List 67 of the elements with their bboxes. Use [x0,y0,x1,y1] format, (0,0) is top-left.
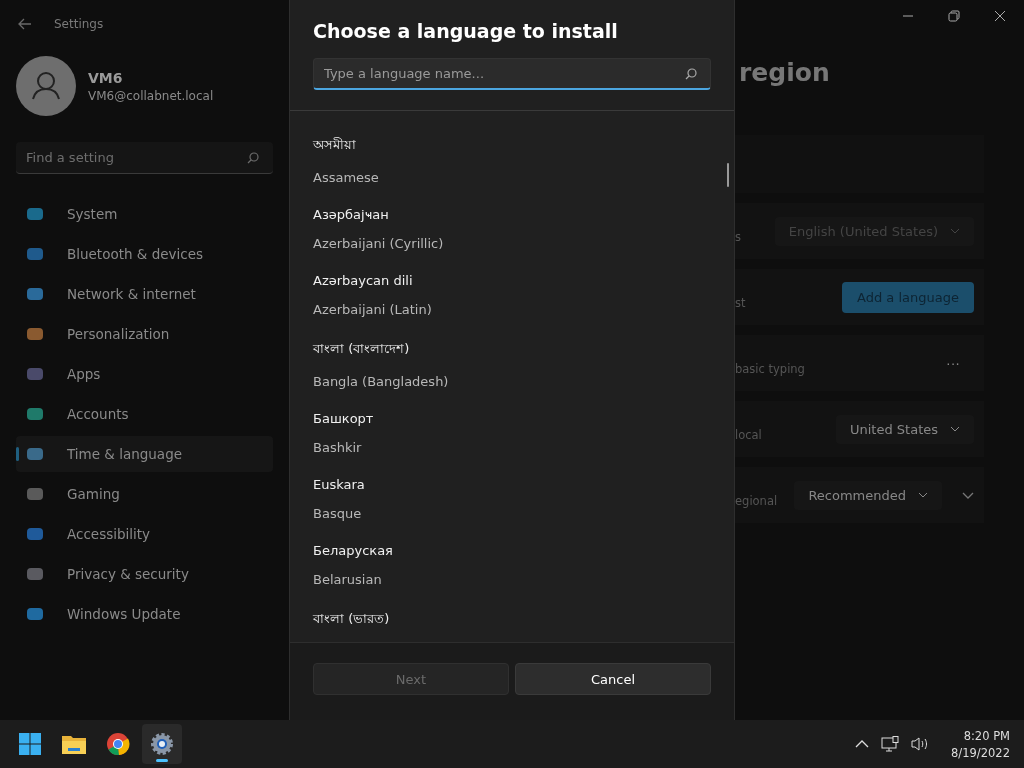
category-icon [26,206,44,222]
search-icon [685,68,697,80]
category-icon [26,286,44,302]
sidebar-item[interactable]: Windows Update [16,596,273,632]
sidebar-item[interactable]: System [16,196,273,232]
clock-time[interactable]: 8:20 PM [963,728,1010,743]
category-icon [26,486,44,502]
dropdown[interactable]: Recommended [794,480,942,510]
scrollbar-thumb[interactable] [727,163,729,187]
network-icon[interactable] [881,736,900,752]
folder-icon [61,733,87,755]
clock-date[interactable]: 8/19/2022 [951,745,1010,760]
language-item[interactable]: Азәрбајҹан Azerbaijani (Cyrillic) [313,207,711,251]
back-icon[interactable] [18,18,32,30]
language-item[interactable]: বাংলা (ভারত) [313,609,711,630]
browser-icon [106,732,130,756]
category-icon [26,566,44,582]
setting-label: basic typing [735,361,806,376]
sidebar-item[interactable]: Apps [16,356,273,392]
setting-label: egional [735,493,779,508]
cancel-button[interactable]: Cancel [515,663,711,695]
category-icon [26,606,44,622]
close-icon[interactable] [994,10,1006,22]
gear-icon [150,732,174,756]
windows-logo-icon [18,732,42,756]
window-title: Settings [54,17,104,31]
category-icon [26,246,44,262]
sidebar-item[interactable]: Personalization [16,316,273,352]
category-icon [26,526,44,542]
dropdown[interactable]: United States [835,414,974,444]
language-item[interactable]: বাংলা (বাংলাদেশ) Bangla (Bangladesh) [313,339,711,389]
setting-label: s [735,229,742,244]
sidebar-item[interactable]: Time & language [16,436,273,472]
volume-icon[interactable] [911,736,930,752]
search-icon [247,152,259,164]
setting-label: local [735,427,763,442]
setting-label: st [735,295,747,310]
language-item[interactable]: Беларуская Belarusian [313,543,711,587]
category-icon [26,366,44,382]
category-icon [26,326,44,342]
language-item[interactable]: Euskara Basque [313,477,711,521]
chevron-icon [918,492,928,498]
restore-icon[interactable] [948,10,960,22]
sidebar-item[interactable]: Accounts [16,396,273,432]
language-search-field[interactable]: Type a language name... [313,58,711,90]
sidebar-item[interactable]: Privacy & security [16,556,273,592]
user-email: VM6@collabnet.local [88,88,214,103]
chevron-icon [950,426,960,432]
page-title: region [738,58,831,87]
expand-icon[interactable] [962,491,974,499]
avatar-icon [16,56,76,116]
more-button[interactable]: ··· [932,355,974,371]
search-field[interactable]: Find a setting [16,142,273,174]
sidebar-item[interactable]: Accessibility [16,516,273,552]
category-icon [26,446,44,462]
sidebar-item[interactable]: Bluetooth & devices [16,236,273,272]
chevron-icon [950,228,960,234]
language-item[interactable]: Azərbaycan dili Azerbaijani (Latin) [313,273,711,317]
language-item[interactable]: Башкорт Bashkir [313,411,711,455]
dialog-title: Choose a language to install [313,20,619,42]
sidebar-item[interactable]: Gaming [16,476,273,512]
chevron-up-icon[interactable] [855,740,870,748]
user-name: VM6 [88,69,124,86]
language-item[interactable]: অসমীয়া Assamese [313,135,711,185]
category-icon [26,406,44,422]
taskbar-app[interactable] [142,724,182,764]
sidebar-item[interactable]: Network & internet [16,276,273,312]
